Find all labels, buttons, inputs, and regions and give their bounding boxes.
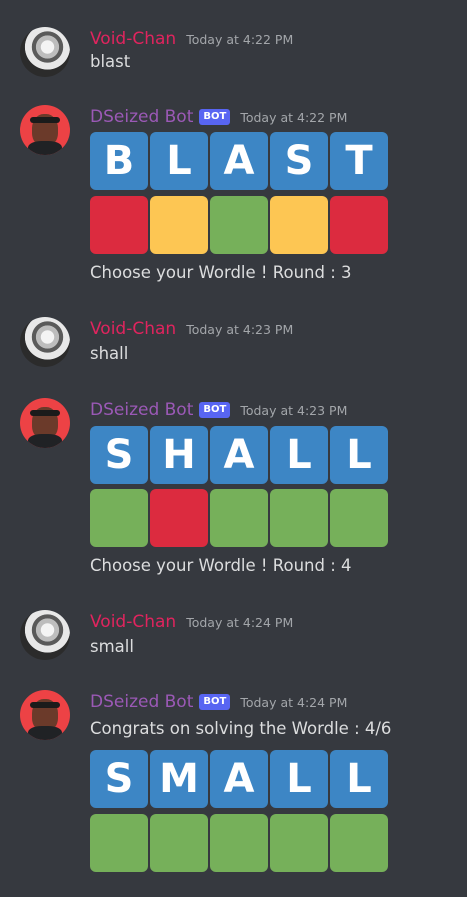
wordle-result-row: [90, 489, 390, 547]
result-tile-yellow: [150, 196, 208, 254]
bot-avatar[interactable]: [20, 105, 70, 155]
wordle-letter-row: S H A L L: [90, 426, 390, 484]
letter-tile: L: [270, 750, 328, 808]
letter-tile: A: [210, 132, 268, 190]
result-tile-green: [270, 814, 328, 872]
message-text: Choose your Wordle ! Round : 3: [90, 263, 352, 282]
letter-tile: L: [330, 750, 388, 808]
letter-tile: H: [150, 426, 208, 484]
message-header: Void-Chan Today at 4:22 PM: [90, 27, 293, 51]
bot-tag-badge: BOT: [199, 402, 231, 418]
message-header: Void-Chan Today at 4:24 PM: [90, 610, 293, 634]
bot-tag-badge: BOT: [199, 694, 231, 710]
user-avatar[interactable]: [20, 317, 70, 367]
bot-tag-badge: BOT: [199, 109, 231, 125]
letter-tile: M: [150, 750, 208, 808]
avatar-headband: [30, 410, 60, 416]
author-name[interactable]: DSeized Bot: [90, 692, 193, 712]
user-avatar[interactable]: [20, 27, 70, 77]
wordle-letter-row: B L A S T: [90, 132, 390, 190]
message-text: shall: [90, 344, 129, 363]
letter-tile: L: [330, 426, 388, 484]
message-text: small: [90, 637, 134, 656]
author-name[interactable]: Void-Chan: [90, 29, 176, 49]
author-name[interactable]: DSeized Bot: [90, 107, 193, 127]
avatar-headband: [30, 117, 60, 123]
message-header: Void-Chan Today at 4:23 PM: [90, 317, 293, 341]
timestamp: Today at 4:24 PM: [240, 694, 348, 710]
letter-tile: S: [90, 426, 148, 484]
author-name[interactable]: DSeized Bot: [90, 400, 193, 420]
timestamp: Today at 4:22 PM: [186, 31, 294, 47]
letter-tile: A: [210, 750, 268, 808]
result-tile-green: [330, 489, 388, 547]
letter-tile: L: [270, 426, 328, 484]
timestamp: Today at 4:22 PM: [240, 109, 348, 125]
wordle-result-row: [90, 814, 390, 872]
result-tile-green: [270, 489, 328, 547]
message-header: DSeized Bot BOT Today at 4:22 PM: [90, 105, 347, 129]
timestamp: Today at 4:23 PM: [240, 402, 348, 418]
letter-tile: B: [90, 132, 148, 190]
letter-tile: S: [90, 750, 148, 808]
avatar-body: [28, 726, 62, 740]
bot-avatar[interactable]: [20, 398, 70, 448]
result-tile-green: [210, 814, 268, 872]
bot-avatar[interactable]: [20, 690, 70, 740]
message-text: Congrats on solving the Wordle : 4/6: [90, 719, 392, 738]
timestamp: Today at 4:23 PM: [186, 321, 294, 337]
result-tile-green: [330, 814, 388, 872]
letter-tile: L: [150, 132, 208, 190]
user-avatar[interactable]: [20, 610, 70, 660]
author-name[interactable]: Void-Chan: [90, 612, 176, 632]
result-tile-green: [210, 489, 268, 547]
wordle-letter-row: S M A L L: [90, 750, 390, 808]
avatar-headband: [30, 702, 60, 708]
result-tile-green: [150, 814, 208, 872]
message-header: DSeized Bot BOT Today at 4:23 PM: [90, 398, 347, 422]
message-header: DSeized Bot BOT Today at 4:24 PM: [90, 690, 347, 714]
letter-tile: S: [270, 132, 328, 190]
message-text: Choose your Wordle ! Round : 4: [90, 556, 352, 575]
result-tile-red: [330, 196, 388, 254]
author-name[interactable]: Void-Chan: [90, 319, 176, 339]
result-tile-green: [90, 489, 148, 547]
wordle-result-row: [90, 196, 390, 254]
timestamp: Today at 4:24 PM: [186, 614, 294, 630]
result-tile-red: [90, 196, 148, 254]
result-tile-green: [210, 196, 268, 254]
message-text: blast: [90, 52, 131, 71]
result-tile-yellow: [270, 196, 328, 254]
letter-tile: T: [330, 132, 388, 190]
avatar-body: [28, 434, 62, 448]
avatar-body: [28, 141, 62, 155]
letter-tile: A: [210, 426, 268, 484]
result-tile-green: [90, 814, 148, 872]
result-tile-red: [150, 489, 208, 547]
